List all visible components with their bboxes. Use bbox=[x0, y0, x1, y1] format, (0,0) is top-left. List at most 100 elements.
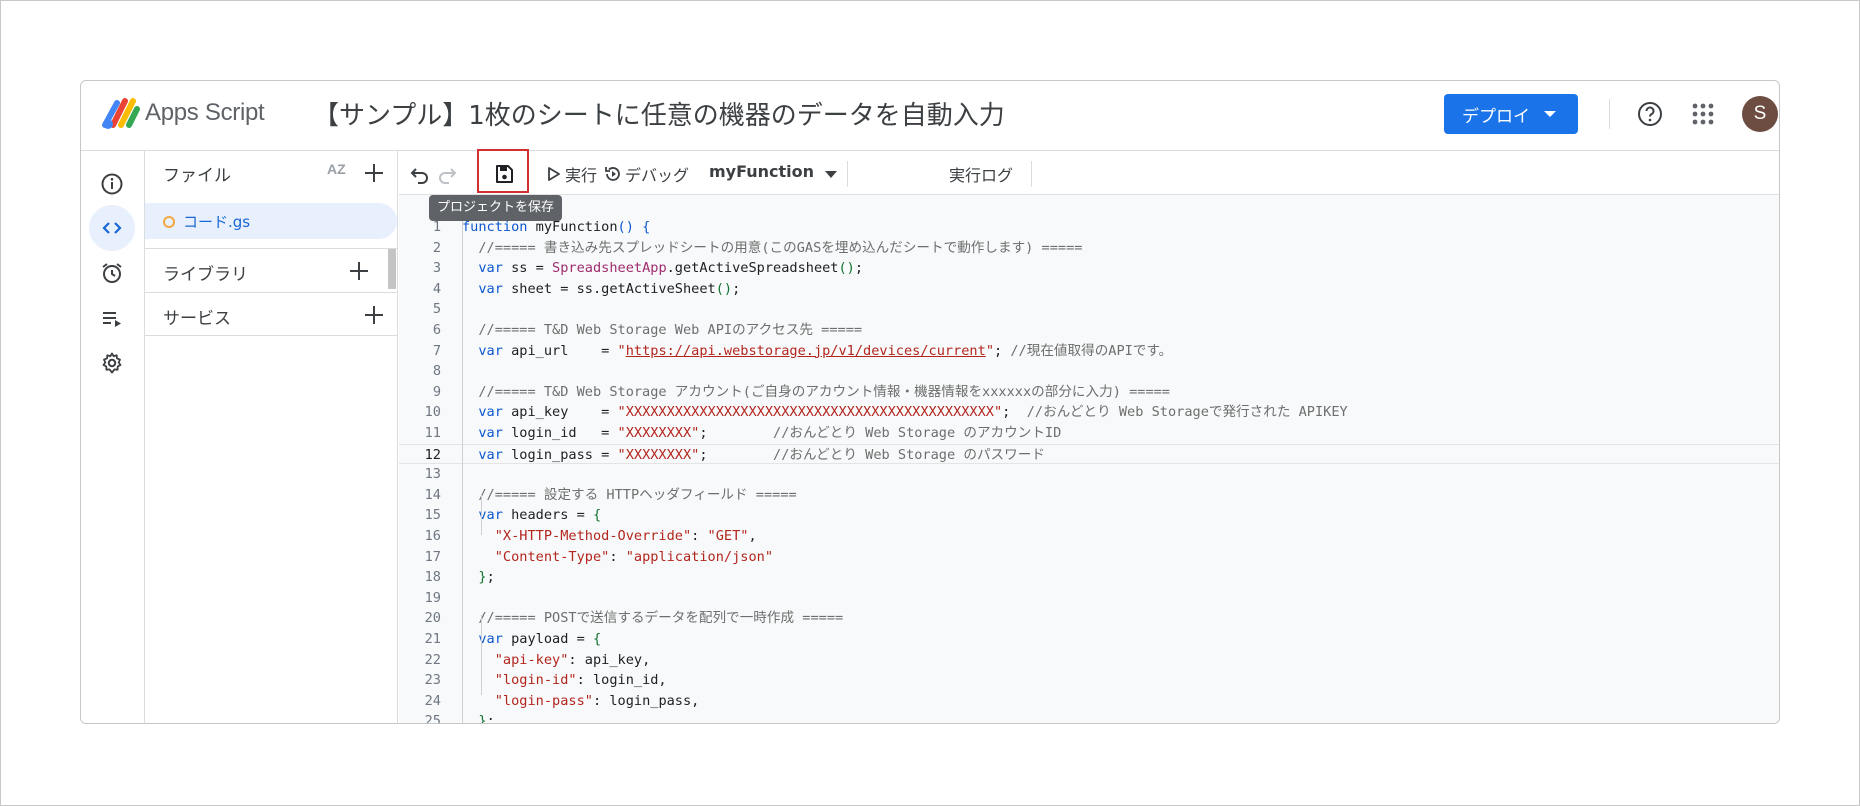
code-line[interactable]: 25 }; bbox=[399, 711, 1779, 724]
code-text[interactable]: "login-id": login_id, bbox=[462, 670, 667, 690]
code-text[interactable]: //===== T&D Web Storage アカウント(ご自身のアカウント情… bbox=[462, 382, 1170, 402]
code-line[interactable]: 7 var api_url = "https://api.webstorage.… bbox=[399, 341, 1779, 361]
code-line[interactable]: 17 "Content-Type": "application/json" bbox=[399, 547, 1779, 567]
code-line[interactable]: 16 "X-HTTP-Method-Override": "GET", bbox=[399, 526, 1779, 546]
line-number: 25 bbox=[424, 713, 441, 724]
code-line[interactable]: 5 bbox=[399, 299, 1779, 319]
line-number: 18 bbox=[424, 569, 441, 586]
code-line[interactable]: 18 }; bbox=[399, 567, 1779, 587]
toolbar-divider bbox=[1031, 161, 1032, 187]
project-title[interactable]: 【サンプル】1枚のシートに任意の機器のデータを自動入力 bbox=[313, 95, 1005, 132]
line-number: 2 bbox=[432, 239, 441, 256]
code-line[interactable]: 11 var login_id = "XXXXXXXX"; //おんどとり We… bbox=[399, 423, 1779, 443]
code-line[interactable]: 21 var payload = { bbox=[399, 629, 1779, 649]
help-icon[interactable] bbox=[1637, 101, 1663, 127]
code-text[interactable]: //===== 書き込み先スプレッドシートの用意(このGASを埋め込んだシートで… bbox=[462, 238, 1082, 258]
code-line[interactable]: 6 //===== T&D Web Storage Web APIのアクセス先 … bbox=[399, 320, 1779, 340]
files-title: ファイル bbox=[163, 166, 231, 186]
line-number: 9 bbox=[432, 383, 441, 400]
code-text[interactable]: var api_key = "XXXXXXXXXXXXXXXXXXXXXXXXX… bbox=[462, 402, 1347, 422]
info-icon bbox=[101, 173, 123, 195]
code-line[interactable]: 23 "login-id": login_id, bbox=[399, 670, 1779, 690]
libraries-section[interactable]: ライブラリ bbox=[145, 248, 397, 292]
line-number: 23 bbox=[424, 672, 441, 689]
avatar[interactable]: S bbox=[1742, 96, 1778, 132]
debug-icon[interactable] bbox=[603, 164, 623, 184]
add-file-plus-icon[interactable] bbox=[363, 162, 385, 184]
indent-guide bbox=[481, 495, 482, 535]
line-number: 11 bbox=[424, 425, 441, 441]
line-number: 4 bbox=[432, 280, 441, 297]
settings-icon bbox=[102, 352, 122, 374]
code-text[interactable]: }; bbox=[462, 567, 494, 587]
files-scrollbar[interactable] bbox=[388, 249, 396, 289]
add-service-plus-icon[interactable] bbox=[363, 304, 385, 326]
line-number: 13 bbox=[424, 466, 441, 483]
code-line[interactable]: 14 //===== 設定する HTTPヘッダフィールド ===== bbox=[399, 485, 1779, 505]
code-text[interactable]: //===== POSTで送信するデータを配列で一時作成 ===== bbox=[462, 608, 843, 628]
code-text[interactable]: "Content-Type": "application/json" bbox=[462, 547, 773, 567]
line-number: 10 bbox=[424, 404, 441, 421]
deploy-button[interactable]: デプロイ bbox=[1444, 94, 1578, 134]
rail-item-executions[interactable] bbox=[89, 295, 135, 341]
line-number: 20 bbox=[424, 610, 441, 627]
redo-icon[interactable] bbox=[436, 163, 458, 185]
google-apps-icon[interactable] bbox=[1692, 103, 1714, 125]
rail-item-settings[interactable] bbox=[89, 340, 135, 386]
app-name[interactable]: Apps Script bbox=[145, 99, 265, 127]
code-text[interactable]: var ss = SpreadsheetApp.getActiveSpreads… bbox=[462, 258, 863, 278]
code-text[interactable]: }; bbox=[462, 711, 494, 723]
code-text[interactable]: "api-key": api_key, bbox=[462, 650, 651, 670]
code-line[interactable]: 19 bbox=[399, 588, 1779, 608]
code-line[interactable]: 4 var sheet = ss.getActiveSheet(); bbox=[399, 279, 1779, 299]
line-number: 6 bbox=[432, 322, 441, 338]
function-dropdown-icon[interactable] bbox=[825, 171, 837, 178]
execution-log-button[interactable]: 実行ログ bbox=[949, 162, 1013, 186]
save-tooltip: プロジェクトを保存 bbox=[429, 195, 563, 221]
toolbar-divider bbox=[847, 161, 848, 187]
sort-az-icon[interactable]: AZ bbox=[327, 161, 346, 177]
services-section[interactable]: サービス bbox=[145, 292, 397, 336]
code-text[interactable]: var payload = { bbox=[462, 629, 601, 649]
add-library-plus-icon[interactable] bbox=[348, 260, 370, 282]
code-line[interactable]: 8 bbox=[399, 361, 1779, 381]
code-text[interactable]: var headers = { bbox=[462, 505, 601, 525]
code-line[interactable]: 20 //===== POSTで送信するデータを配列で一時作成 ===== bbox=[399, 608, 1779, 628]
undo-icon[interactable] bbox=[409, 163, 431, 185]
debug-button[interactable]: デバッグ bbox=[625, 162, 689, 186]
code-text[interactable]: "X-HTTP-Method-Override": "GET", bbox=[462, 526, 757, 546]
rail-item-triggers[interactable] bbox=[89, 250, 135, 296]
code-line[interactable]: 2 //===== 書き込み先スプレッドシートの用意(このGASを埋め込んだシー… bbox=[399, 238, 1779, 258]
code-text[interactable]: var login_id = "XXXXXXXX"; //おんどとり Web S… bbox=[462, 423, 1061, 443]
editor-toolbar: 実行 デバッグ myFunction 実行ログ bbox=[399, 149, 1779, 195]
code-line[interactable]: 24 "login-pass": login_pass, bbox=[399, 691, 1779, 711]
code-line[interactable]: 13 bbox=[399, 464, 1779, 484]
code-line[interactable]: 15 var headers = { bbox=[399, 505, 1779, 525]
play-icon[interactable] bbox=[545, 165, 563, 183]
file-name: コード.gs bbox=[183, 213, 251, 231]
code-text[interactable]: //===== T&D Web Storage Web APIのアクセス先 ==… bbox=[462, 320, 862, 340]
save-icon[interactable] bbox=[493, 163, 515, 185]
rail-item-overview[interactable] bbox=[89, 161, 135, 207]
run-button[interactable]: 実行 bbox=[565, 162, 597, 186]
file-item-code-gs[interactable]: コード.gs bbox=[145, 203, 397, 239]
code-editor[interactable]: 1 function myFunction() {2 //===== 書き込み先ス… bbox=[399, 195, 1779, 724]
code-text[interactable]: //===== 設定する HTTPヘッダフィールド ===== bbox=[462, 485, 796, 505]
line-number: 12 bbox=[424, 446, 441, 463]
code-line[interactable]: 10 var api_key = "XXXXXXXXXXXXXXXXXXXXXX… bbox=[399, 402, 1779, 422]
line-number: 24 bbox=[424, 692, 441, 709]
code-line[interactable]: 9 //===== T&D Web Storage アカウント(ご自身のアカウン… bbox=[399, 382, 1779, 402]
top-bar: Apps Script 【サンプル】1枚のシートに任意の機器のデータを自動入力 … bbox=[81, 81, 1779, 151]
code-text[interactable]: "login-pass": login_pass, bbox=[462, 691, 700, 711]
rail-item-editor[interactable] bbox=[89, 205, 135, 251]
code-line[interactable]: 3 var ss = SpreadsheetApp.getActiveSprea… bbox=[399, 258, 1779, 278]
code-line[interactable]: 12 var login_pass = "XXXXXXXX"; //おんどとり … bbox=[399, 443, 1779, 465]
code-line[interactable]: 1 function myFunction() { bbox=[399, 217, 1779, 237]
code-text[interactable]: var sheet = ss.getActiveSheet(); bbox=[462, 279, 740, 299]
code-text[interactable]: var login_pass = "XXXXXXXX"; //おんどとり Web… bbox=[462, 445, 1045, 465]
line-number: 3 bbox=[432, 260, 441, 277]
function-select[interactable]: myFunction bbox=[709, 162, 814, 181]
line-number: 17 bbox=[424, 548, 441, 565]
code-line[interactable]: 22 "api-key": api_key, bbox=[399, 650, 1779, 670]
code-text[interactable]: var api_url = "https://api.webstorage.jp… bbox=[462, 341, 1172, 361]
